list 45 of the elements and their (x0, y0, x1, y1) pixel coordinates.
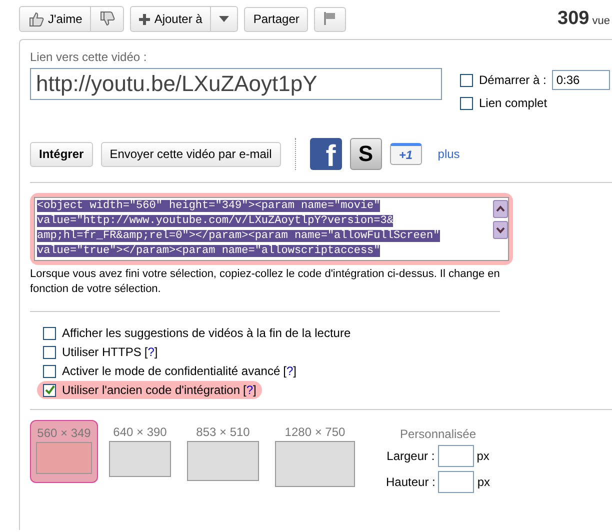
plus-one-button[interactable]: +1 (390, 143, 422, 165)
share-button[interactable]: Partager (244, 6, 308, 32)
embed-code-field[interactable]: <object width="560" height="349"><param name="movie" value="http://www.youtube.com/v/LXuZAoytlpY?version=3& amp;hl=fr_FR&amp;rel=0"></param><param name="allowFullScreen" value="true"></param><param name="allowscriptaccess" (34, 197, 509, 261)
unit-label: px (476, 449, 490, 463)
option-label: Afficher les suggestions de vidéos à la fin de la lecture (62, 326, 351, 340)
caret-icon (219, 16, 230, 22)
link-label: Lien vers cette vidéo : (30, 50, 148, 64)
flag-button[interactable] (314, 6, 346, 32)
star-share-button[interactable]: S (350, 138, 382, 170)
view-count: 309 (558, 8, 590, 30)
help-link[interactable]: [?] (283, 364, 297, 378)
flag-icon (323, 10, 338, 24)
checkbox[interactable] (460, 74, 473, 86)
size-option[interactable]: 640 × 390 (104, 420, 176, 485)
thumbs-down-icon (99, 11, 116, 27)
link-field[interactable]: http://youtu.be/LXuZAoyt1pY (30, 68, 442, 100)
option-label: Utiliser HTTPS (62, 345, 142, 359)
plus-icon (139, 14, 150, 24)
option-label: Utiliser l'ancien code d'intégration (62, 383, 240, 397)
help-link[interactable]: [?] (243, 383, 256, 397)
checkbox[interactable] (43, 384, 56, 396)
scroll-up-icon[interactable] (492, 200, 508, 218)
views-label: vue (592, 15, 610, 27)
field-label: Hauteur : (386, 475, 436, 489)
field-label: Largeur : (386, 449, 435, 463)
help-text: Lorsque vous avez fini votre sélection, copiez-collez le code d'intégration ci-dessus. Il change en fonction de votre sélection. (30, 267, 500, 312)
checkbox[interactable] (43, 364, 56, 378)
help-link[interactable]: [?] (144, 345, 158, 359)
checkbox[interactable] (43, 326, 56, 340)
unit-label: px (477, 475, 490, 489)
thumbs-up-icon (28, 11, 44, 27)
facebook-button[interactable]: f (310, 138, 342, 170)
custom-size-title: Personnalisée (400, 427, 476, 441)
start-time-field[interactable]: 0:36 (552, 70, 610, 90)
email-button[interactable]: Envoyer cette vidéo par e-mail (100, 142, 281, 166)
option-label: Démarrer à : (479, 73, 546, 87)
more-link[interactable]: plus (438, 147, 460, 161)
size-field[interactable] (438, 445, 474, 467)
scroll-down-icon[interactable] (492, 221, 508, 239)
checkbox[interactable] (460, 96, 473, 110)
option-label: Activer le mode de confidentialité avancé (62, 364, 280, 378)
size-field[interactable] (438, 471, 474, 493)
checkbox[interactable] (43, 346, 56, 358)
option-label: Lien complet (479, 96, 548, 110)
embed-button[interactable]: Intégrer (30, 142, 93, 166)
